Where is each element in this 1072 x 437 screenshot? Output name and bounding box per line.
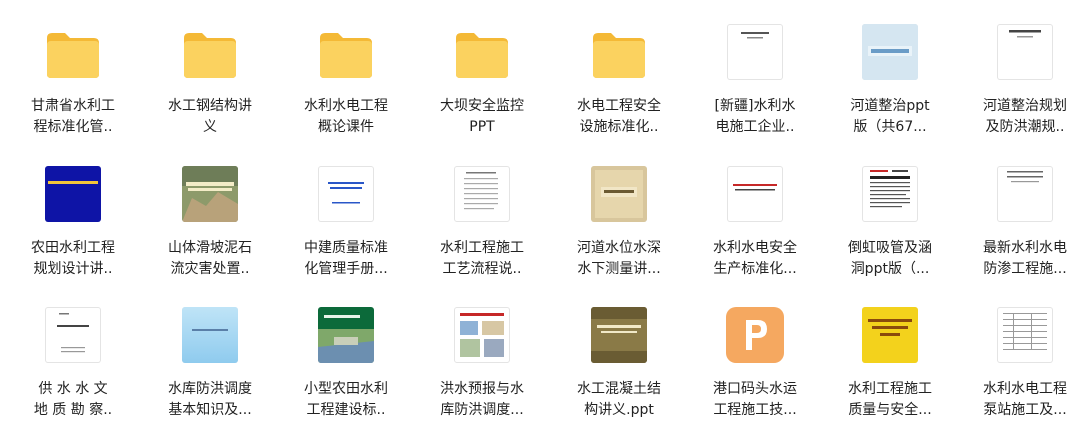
folder-icon xyxy=(320,33,372,78)
slide-thumbnail-icon xyxy=(591,307,647,363)
file-item[interactable]: 水利工程施工 工艺流程说.. xyxy=(419,166,545,296)
document-thumbnail-icon xyxy=(997,307,1053,363)
folder-icon xyxy=(456,33,508,78)
file-item[interactable]: 大坝安全监控 PPT xyxy=(419,24,545,154)
file-name: 小型农田水利 工程建设标.. xyxy=(304,381,388,418)
folder-icon xyxy=(47,33,99,78)
slide-thumbnail-icon xyxy=(862,24,918,80)
file-item[interactable]: [新疆]水利水 电施工企业.. xyxy=(692,24,818,154)
slide-thumbnail-icon xyxy=(45,166,101,222)
file-item[interactable]: 河道整治规划 及防洪潮规.. xyxy=(962,24,1072,154)
file-name: 水工混凝土结 构讲义.ppt xyxy=(577,381,661,418)
file-name: 河道整治ppt 版（共67... xyxy=(850,98,930,135)
file-item[interactable]: 甘肃省水利工 程标准化管.. xyxy=(10,24,136,154)
document-thumbnail-icon xyxy=(727,24,783,80)
file-name: [新疆]水利水 电施工企业.. xyxy=(714,98,796,135)
file-item[interactable]: 水电工程安全 设施标准化.. xyxy=(556,24,682,154)
file-grid: 甘肃省水利工 程标准化管.. 水工钢结构讲 义 水利水电工程 概论课件 大坝安全… xyxy=(0,0,1072,437)
file-item[interactable]: 洪水预报与水 库防洪调度... xyxy=(419,307,545,437)
file-name: 倒虹吸管及涵 洞ppt版（... xyxy=(848,240,932,277)
file-name: 洪水预报与水 库防洪调度... xyxy=(440,381,524,418)
file-name: 河道水位水深 水下测量讲... xyxy=(577,240,661,277)
document-thumbnail-icon xyxy=(454,166,510,222)
file-item[interactable]: 水工混凝土结 构讲义.ppt xyxy=(556,307,682,437)
file-item[interactable]: 河道水位水深 水下测量讲... xyxy=(556,166,682,296)
photo-slide-thumbnail-icon xyxy=(182,166,238,222)
file-name: 水电工程安全 设施标准化.. xyxy=(577,98,661,135)
file-name: 水利工程施工 质量与安全... xyxy=(848,381,932,418)
slide-thumbnail-icon xyxy=(727,166,783,222)
file-name: 水工钢结构讲 义 xyxy=(168,98,252,135)
file-name: 山体滑坡泥石 流灾害处置.. xyxy=(168,240,252,277)
file-item[interactable]: 水利水电安全 生产标准化... xyxy=(692,166,818,296)
file-name: 大坝安全监控 PPT xyxy=(440,98,524,135)
file-item[interactable]: 最新水利水电 防渗工程施... xyxy=(962,166,1072,296)
photo-slide-thumbnail-icon xyxy=(454,307,510,363)
file-item[interactable]: 水利水电工程 概论课件 xyxy=(283,24,409,154)
file-item[interactable]: 山体滑坡泥石 流灾害处置.. xyxy=(147,166,273,296)
slide-thumbnail-icon xyxy=(862,307,918,363)
folder-icon xyxy=(593,33,645,78)
file-name: 甘肃省水利工 程标准化管.. xyxy=(31,98,115,135)
file-name: 河道整治规划 及防洪潮规.. xyxy=(983,98,1067,135)
slide-thumbnail-icon xyxy=(182,307,238,363)
document-thumbnail-icon xyxy=(45,307,101,363)
document-thumbnail-icon xyxy=(997,24,1053,80)
file-name: 水利水电工程 概论课件 xyxy=(304,98,388,135)
file-item[interactable]: 水利工程施工 质量与安全... xyxy=(827,307,953,437)
photo-slide-thumbnail-icon xyxy=(318,307,374,363)
file-item[interactable]: 港口码头水运 工程施工技... xyxy=(692,307,818,437)
slide-thumbnail-icon xyxy=(591,166,647,222)
file-name: 农田水利工程 规划设计讲.. xyxy=(31,240,115,277)
file-item[interactable]: 水利水电工程 泵站施工及... xyxy=(962,307,1072,437)
file-item[interactable]: 小型农田水利 工程建设标.. xyxy=(283,307,409,437)
file-name: 水利工程施工 工艺流程说.. xyxy=(440,240,524,277)
file-item[interactable]: 供 水 水 文 地 质 勘 察.. xyxy=(10,307,136,437)
file-item[interactable]: 河道整治ppt 版（共67... xyxy=(827,24,953,154)
document-thumbnail-icon xyxy=(862,166,918,222)
file-name: 水利水电安全 生产标准化... xyxy=(713,240,797,277)
file-item[interactable]: 农田水利工程 规划设计讲.. xyxy=(10,166,136,296)
slide-thumbnail-icon xyxy=(318,166,374,222)
file-item[interactable]: 水工钢结构讲 义 xyxy=(147,24,273,154)
file-item[interactable]: 倒虹吸管及涵 洞ppt版（... xyxy=(827,166,953,296)
document-thumbnail-icon xyxy=(997,166,1053,222)
ppt-file-icon xyxy=(726,307,784,363)
file-item[interactable]: 水库防洪调度 基本知识及... xyxy=(147,307,273,437)
file-name: 中建质量标准 化管理手册... xyxy=(304,240,388,277)
file-name: 水利水电工程 泵站施工及... xyxy=(983,381,1067,418)
file-name: 最新水利水电 防渗工程施... xyxy=(983,240,1067,277)
file-name: 港口码头水运 工程施工技... xyxy=(713,381,797,418)
file-name: 供 水 水 文 地 质 勘 察.. xyxy=(33,381,113,418)
folder-icon xyxy=(184,33,236,78)
file-item[interactable]: 中建质量标准 化管理手册... xyxy=(283,166,409,296)
file-name: 水库防洪调度 基本知识及... xyxy=(168,381,252,418)
